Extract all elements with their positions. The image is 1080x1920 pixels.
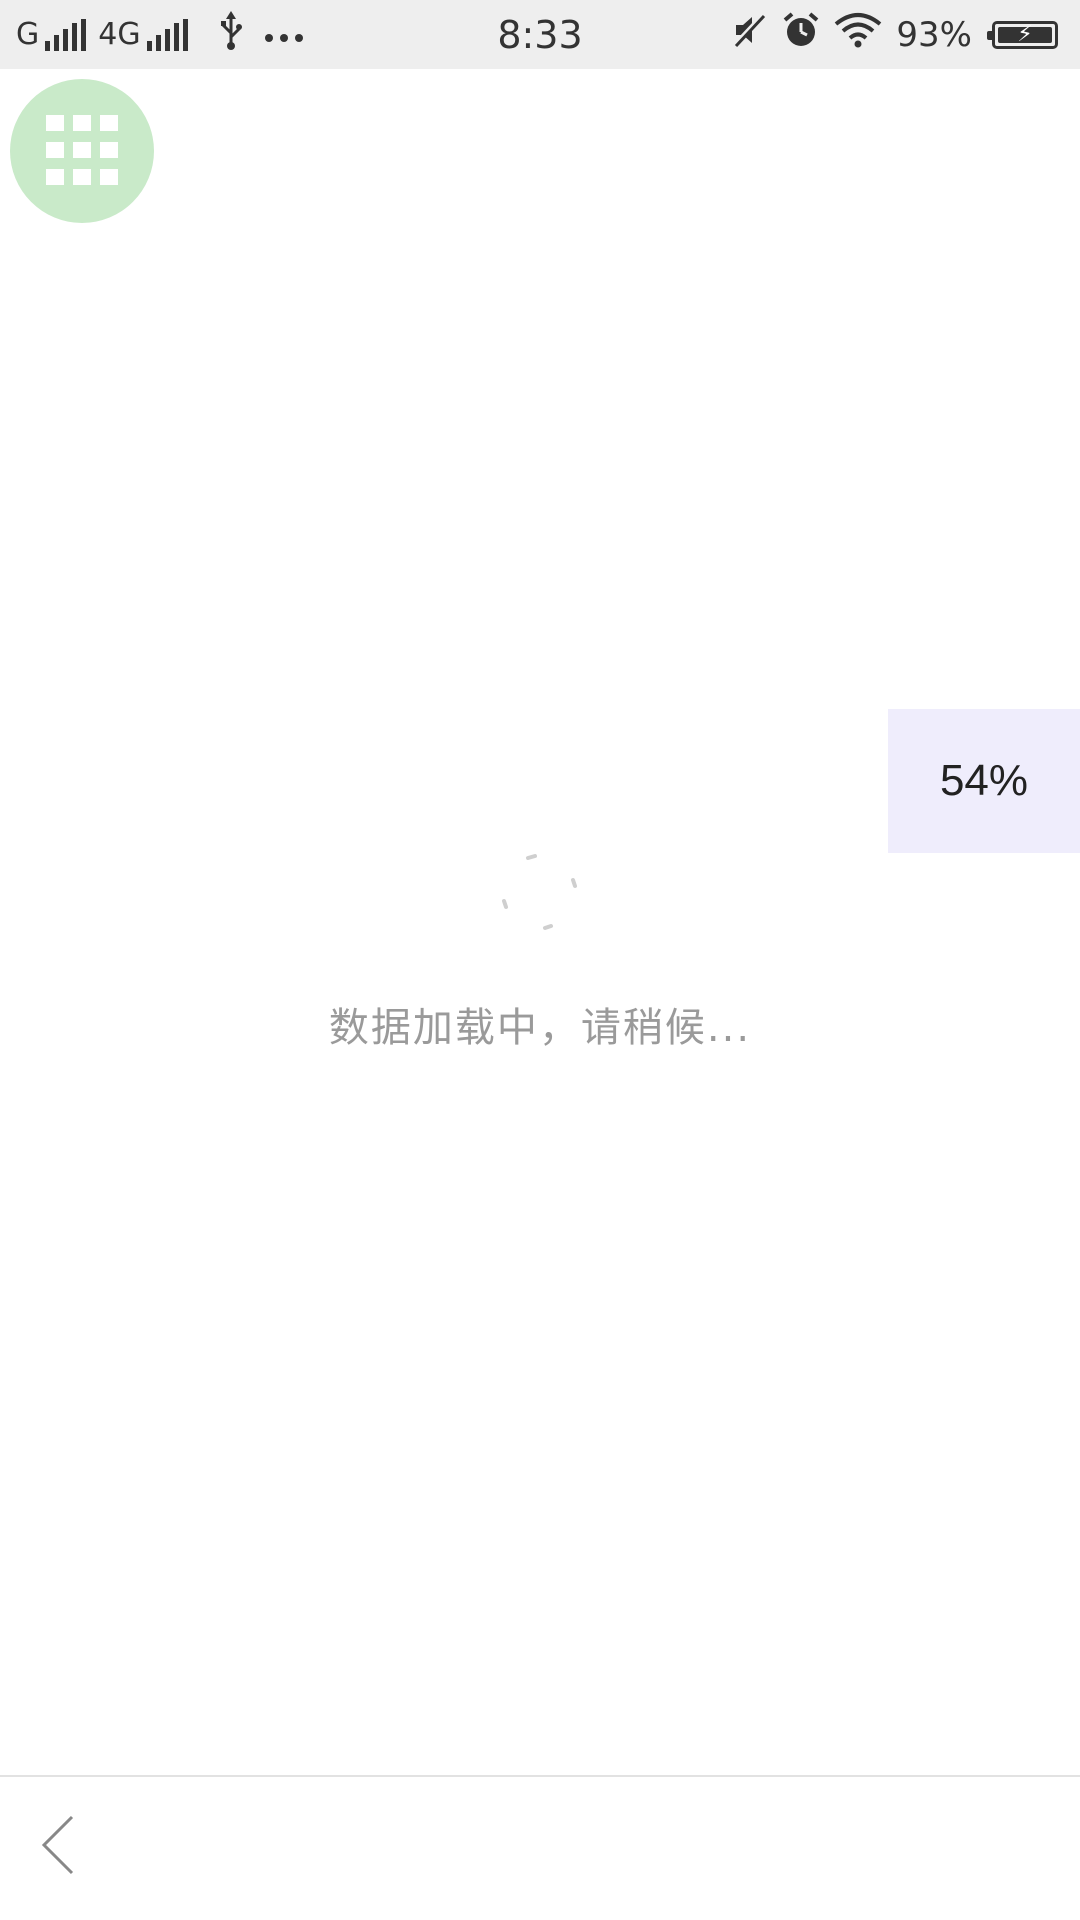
signal-icon-2 (146, 18, 188, 51)
usb-icon (218, 10, 244, 59)
apps-grid-button[interactable] (10, 79, 154, 223)
alarm-icon (782, 11, 820, 58)
carrier-1-label: G (16, 17, 40, 52)
status-right: 93% ⚡ (732, 0, 1058, 69)
mute-icon (732, 12, 768, 57)
battery-percent: 93% (896, 14, 972, 55)
loading-message: 数据加载中，请稍候... (328, 1005, 752, 1051)
more-dots-icon (264, 17, 304, 52)
carrier-2-label: 4G (98, 17, 141, 52)
apps-grid-icon (46, 115, 118, 185)
progress-label: 54% (939, 756, 1029, 805)
chevron-left-icon (41, 1815, 74, 1875)
bottom-bar (0, 1775, 1080, 1920)
signal-icon (45, 18, 87, 51)
screen: G 4G 8:33 93% ⚡ 54% 数据加载中，请稍候... (0, 0, 1080, 1920)
loading-spinner-icon (502, 854, 577, 930)
back-button[interactable] (28, 1805, 88, 1885)
battery-charging-icon: ⚡ (987, 20, 1058, 49)
progress-indicator: 54% (888, 709, 1080, 853)
wifi-icon (834, 12, 882, 57)
status-left: G 4G (16, 0, 304, 69)
status-bar: G 4G 8:33 93% ⚡ (0, 0, 1080, 69)
